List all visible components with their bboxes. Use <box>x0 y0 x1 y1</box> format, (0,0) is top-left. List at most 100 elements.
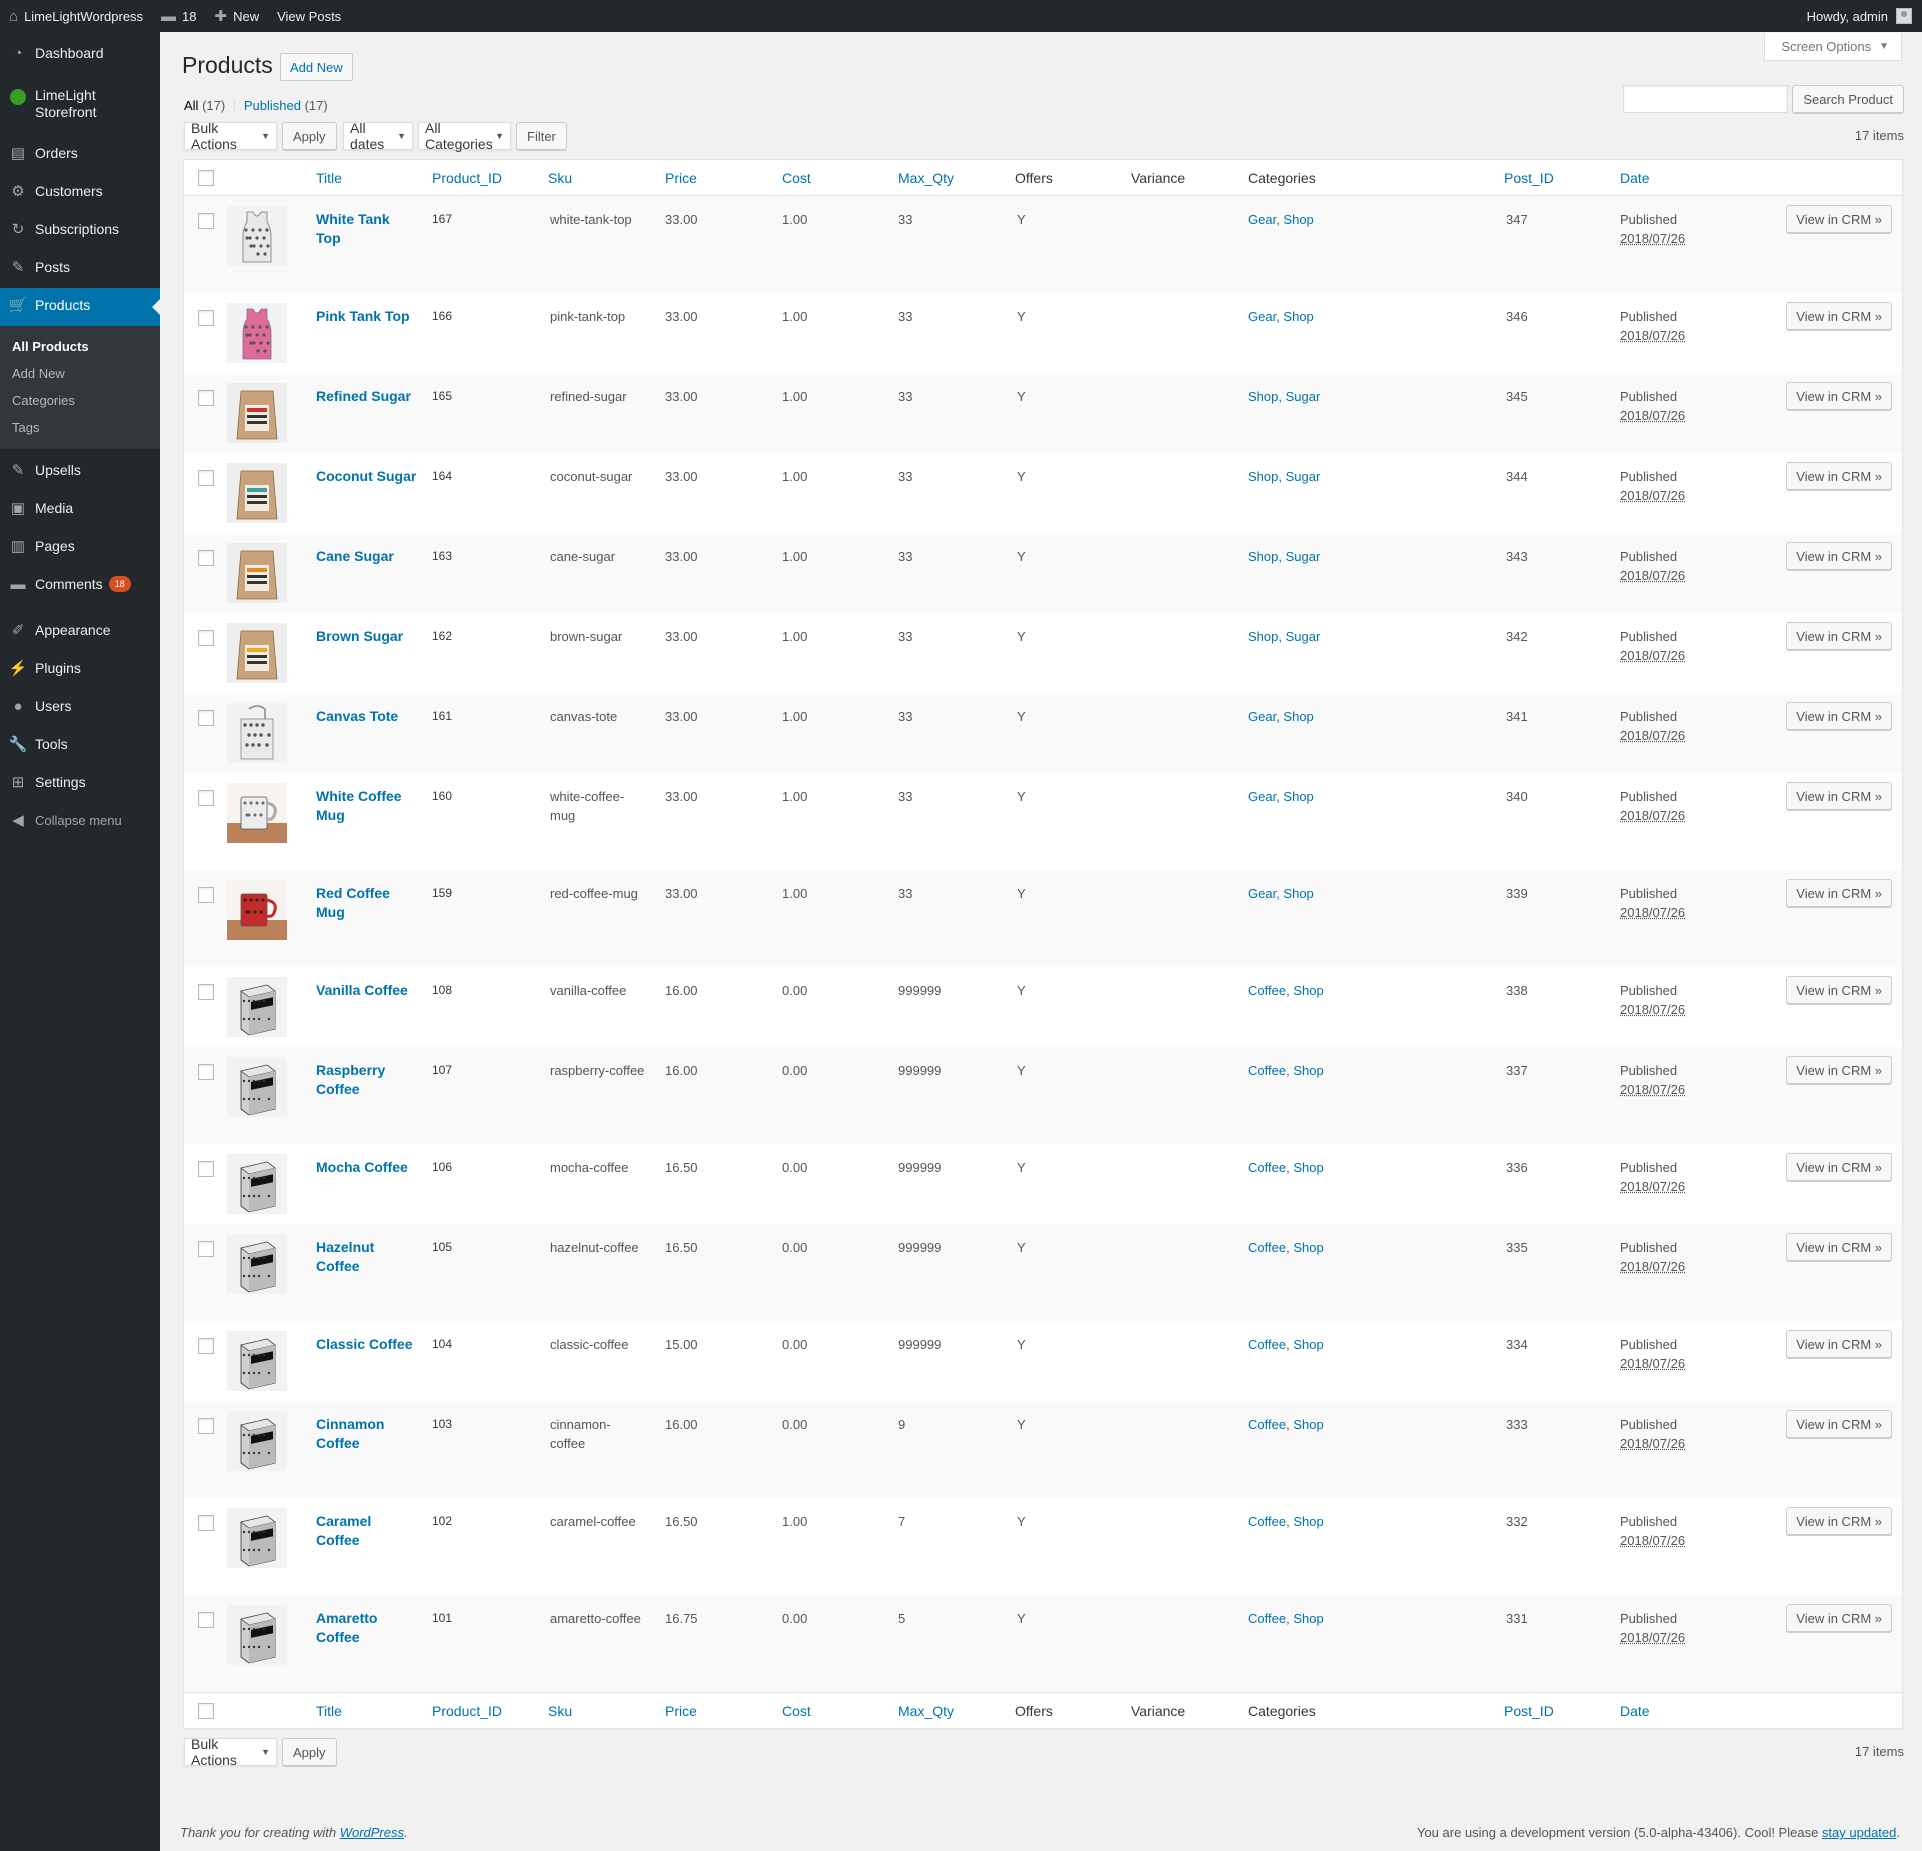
column-footer-date[interactable]: Date <box>1620 1703 1650 1719</box>
product-title-link[interactable]: Refined Sugar <box>316 387 426 406</box>
view-in-crm-button[interactable]: View in CRM » <box>1786 382 1892 410</box>
column-footer-title[interactable]: Title <box>316 1703 342 1719</box>
column-footer-cost[interactable]: Cost <box>782 1703 811 1719</box>
column-header-post-id[interactable]: Post_ID <box>1504 170 1554 186</box>
sidebar-item-dashboard[interactable]: ◔ Dashboard <box>0 36 160 74</box>
category-link[interactable]: Shop <box>1293 1160 1323 1175</box>
row-checkbox[interactable] <box>198 630 214 646</box>
product-thumbnail[interactable] <box>227 623 287 683</box>
product-title-link[interactable]: Mocha Coffee <box>316 1158 426 1177</box>
product-thumbnail[interactable] <box>227 383 287 443</box>
column-footer-product-id[interactable]: Product_ID <box>432 1703 502 1719</box>
view-in-crm-button[interactable]: View in CRM » <box>1786 1233 1892 1261</box>
product-title-link[interactable]: Coconut Sugar <box>316 467 426 486</box>
category-link[interactable]: Shop <box>1293 1337 1323 1352</box>
row-checkbox[interactable] <box>198 1338 214 1354</box>
sidebar-item-tools[interactable]: 🔧 Tools <box>0 727 160 765</box>
category-link[interactable]: Shop <box>1293 983 1323 998</box>
product-thumbnail[interactable] <box>227 1331 287 1391</box>
sidebar-item-posts[interactable]: ✎ Posts <box>0 250 160 288</box>
product-title-link[interactable]: Brown Sugar <box>316 627 426 646</box>
filter-published[interactable]: Published <box>244 98 301 113</box>
add-new-button[interactable]: Add New <box>280 53 353 81</box>
row-checkbox[interactable] <box>198 213 214 229</box>
category-link[interactable]: Gear <box>1248 886 1276 901</box>
wordpress-link[interactable]: WordPress <box>340 1825 404 1840</box>
view-in-crm-button[interactable]: View in CRM » <box>1786 976 1892 1004</box>
sidebar-item-settings[interactable]: ⊞ Settings <box>0 765 160 803</box>
sidebar-item-users[interactable]: ● Users <box>0 689 160 727</box>
product-title-link[interactable]: White Tank Top <box>316 210 426 248</box>
view-in-crm-button[interactable]: View in CRM » <box>1786 1056 1892 1084</box>
bulk-actions-select[interactable]: Bulk Actions ▼ <box>184 120 277 152</box>
view-in-crm-button[interactable]: View in CRM » <box>1786 462 1892 490</box>
category-link[interactable]: Shop <box>1248 549 1278 564</box>
sidebar-item-appearance[interactable]: ✐ Appearance <box>0 613 160 651</box>
row-checkbox[interactable] <box>198 984 214 1000</box>
category-link[interactable]: Shop <box>1283 309 1313 324</box>
product-thumbnail[interactable] <box>227 783 287 843</box>
product-title-link[interactable]: Red Coffee Mug <box>316 884 426 922</box>
view-in-crm-button[interactable]: View in CRM » <box>1786 1330 1892 1358</box>
column-header-product-id[interactable]: Product_ID <box>432 170 502 186</box>
category-link[interactable]: Coffee <box>1248 1417 1286 1432</box>
product-title-link[interactable]: Canvas Tote <box>316 707 426 726</box>
category-link[interactable]: Sugar <box>1286 469 1321 484</box>
submenu-item-add-new[interactable]: Add New <box>0 360 160 387</box>
category-link[interactable]: Coffee <box>1248 1240 1286 1255</box>
category-link[interactable]: Shop <box>1283 886 1313 901</box>
product-thumbnail[interactable] <box>227 880 287 940</box>
search-product-button[interactable]: Search Product <box>1792 85 1904 113</box>
category-link[interactable]: Gear <box>1248 709 1276 724</box>
category-link[interactable]: Shop <box>1283 709 1313 724</box>
product-thumbnail[interactable] <box>227 1605 287 1665</box>
product-title-link[interactable]: Amaretto Coffee <box>316 1609 426 1647</box>
row-checkbox[interactable] <box>198 710 214 726</box>
submenu-item-all-products[interactable]: All Products <box>0 333 160 360</box>
product-thumbnail[interactable] <box>227 1411 287 1471</box>
column-footer-sku[interactable]: Sku <box>548 1703 572 1719</box>
product-title-link[interactable]: Caramel Coffee <box>316 1512 426 1550</box>
sidebar-item-subscriptions[interactable]: ↻ Subscriptions <box>0 212 160 250</box>
product-title-link[interactable]: Cinnamon Coffee <box>316 1415 426 1453</box>
product-thumbnail[interactable] <box>227 1057 287 1117</box>
column-header-cost[interactable]: Cost <box>782 170 811 186</box>
product-thumbnail[interactable] <box>227 1508 287 1568</box>
apply-button[interactable]: Apply <box>282 122 337 150</box>
view-posts-link[interactable]: View Posts <box>268 0 350 32</box>
category-link[interactable]: Shop <box>1293 1240 1323 1255</box>
stay-updated-link[interactable]: stay updated <box>1822 1825 1896 1840</box>
column-header-sku[interactable]: Sku <box>548 170 572 186</box>
sidebar-item-customers[interactable]: ⚙ Customers <box>0 174 160 212</box>
sidebar-item-products[interactable]: 🛒 Products <box>0 288 160 326</box>
sidebar-item-orders[interactable]: ▤ Orders <box>0 136 160 174</box>
column-header-price[interactable]: Price <box>665 170 697 186</box>
product-thumbnail[interactable] <box>227 977 287 1037</box>
column-header-max-qty[interactable]: Max_Qty <box>898 170 954 186</box>
collapse-menu-button[interactable]: ◀ Collapse menu <box>0 803 160 841</box>
row-checkbox[interactable] <box>198 1241 214 1257</box>
select-all-checkbox[interactable] <box>198 170 214 186</box>
row-checkbox[interactable] <box>198 1515 214 1531</box>
row-checkbox[interactable] <box>198 1418 214 1434</box>
category-link[interactable]: Shop <box>1293 1063 1323 1078</box>
category-link[interactable]: Coffee <box>1248 1611 1286 1626</box>
view-in-crm-button[interactable]: View in CRM » <box>1786 622 1892 650</box>
view-in-crm-button[interactable]: View in CRM » <box>1786 542 1892 570</box>
view-in-crm-button[interactable]: View in CRM » <box>1786 1410 1892 1438</box>
category-link[interactable]: Shop <box>1248 469 1278 484</box>
category-link[interactable]: Shop <box>1283 789 1313 804</box>
product-title-link[interactable]: Vanilla Coffee <box>316 981 426 1000</box>
view-in-crm-button[interactable]: View in CRM » <box>1786 1507 1892 1535</box>
bulk-actions-select-bottom[interactable]: Bulk Actions ▼ <box>184 1736 277 1768</box>
product-thumbnail[interactable] <box>227 303 287 363</box>
view-in-crm-button[interactable]: View in CRM » <box>1786 879 1892 907</box>
category-link[interactable]: Coffee <box>1248 1063 1286 1078</box>
category-link[interactable]: Coffee <box>1248 1514 1286 1529</box>
column-footer-max-qty[interactable]: Max_Qty <box>898 1703 954 1719</box>
column-header-title[interactable]: Title <box>316 170 342 186</box>
sidebar-item-upsells[interactable]: ✎ Upsells <box>0 453 160 491</box>
category-link[interactable]: Sugar <box>1286 389 1321 404</box>
category-link[interactable]: Shop <box>1293 1611 1323 1626</box>
row-checkbox[interactable] <box>198 887 214 903</box>
